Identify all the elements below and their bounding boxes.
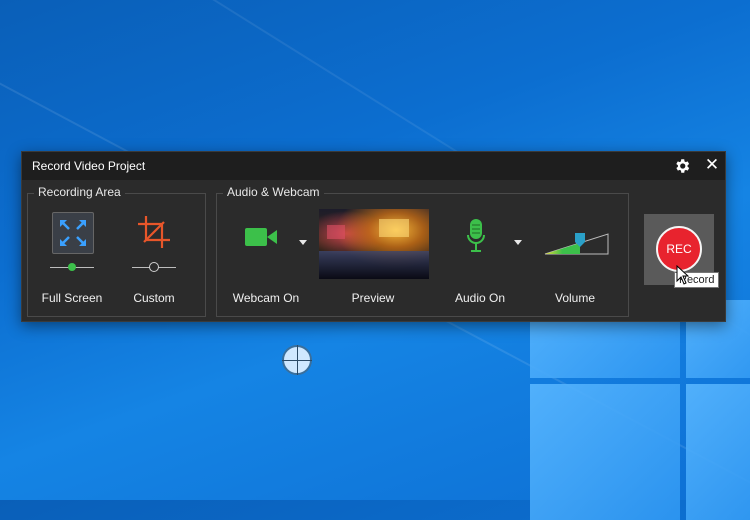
record-video-window: Record Video Project ✕ Recording Area Fu… <box>21 151 726 322</box>
full-screen-slider-knob[interactable] <box>68 263 76 271</box>
audio-dropdown-arrow[interactable] <box>514 240 522 245</box>
volume-icon <box>544 233 609 255</box>
custom-slider-knob[interactable] <box>149 262 159 272</box>
title-bar[interactable]: Record Video Project ✕ <box>22 152 725 180</box>
custom-button[interactable] <box>134 212 174 252</box>
preview-label: Preview <box>351 291 395 305</box>
close-icon[interactable]: ✕ <box>703 155 721 175</box>
full-screen-label: Full Screen <box>41 291 103 305</box>
fullscreen-icon <box>60 220 86 246</box>
audio-label: Audio On <box>454 291 506 305</box>
volume-label: Volume <box>554 291 596 305</box>
webcam-icon <box>245 228 277 246</box>
mouse-cursor-icon <box>676 265 690 285</box>
webcam-button[interactable] <box>244 224 278 250</box>
window-title: Record Video Project <box>32 159 146 173</box>
crop-icon <box>138 216 170 248</box>
audio-button[interactable] <box>466 218 486 254</box>
webcam-label: Webcam On <box>232 291 300 305</box>
crosshair-icon[interactable] <box>282 345 312 375</box>
audio-webcam-label: Audio & Webcam <box>223 185 324 199</box>
microphone-icon <box>467 219 485 252</box>
recording-area-label: Recording Area <box>34 185 125 199</box>
volume-slider[interactable] <box>544 230 610 256</box>
webcam-preview[interactable] <box>319 209 429 279</box>
custom-label: Custom <box>133 291 175 305</box>
webcam-dropdown-arrow[interactable] <box>299 240 307 245</box>
full-screen-button[interactable] <box>52 212 94 254</box>
gear-icon[interactable] <box>673 157 691 175</box>
windows-logo <box>530 300 750 520</box>
